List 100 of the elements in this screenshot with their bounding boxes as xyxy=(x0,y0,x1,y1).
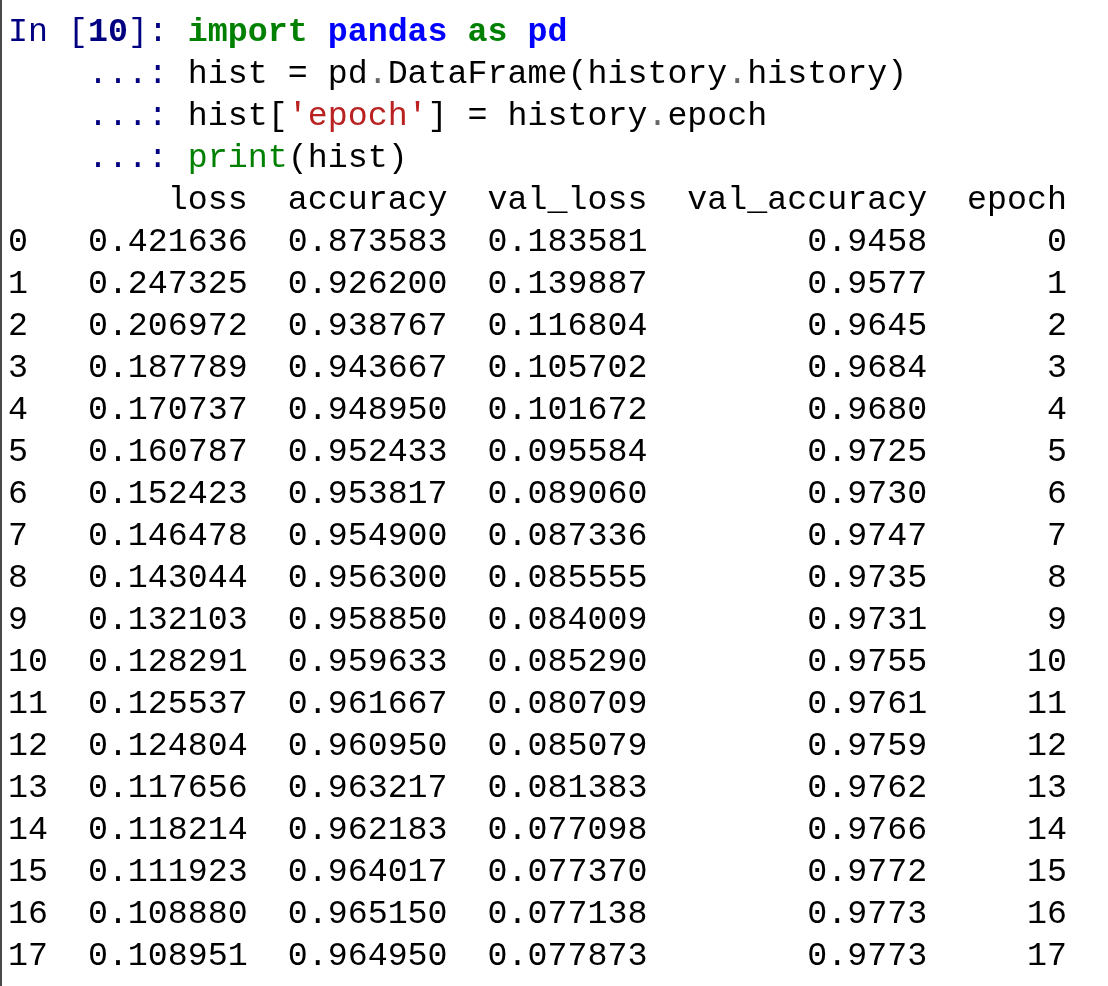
table-cell-text: 0.095584 xyxy=(486,432,648,473)
table-cell-text: 0.084009 xyxy=(486,600,648,641)
row-index: 1 xyxy=(8,264,29,305)
table-cell-text: 0.128291 xyxy=(86,642,248,683)
table-cell-text: 0.964017 xyxy=(286,852,448,893)
table-cell-text: 0.965150 xyxy=(286,894,448,935)
table-cell-text: 0.118214 xyxy=(86,810,248,851)
table-cell-text: 0.9458 xyxy=(806,222,928,263)
table-cell-text: 7 xyxy=(1046,516,1067,557)
table-cell-text: 0.187789 xyxy=(86,348,248,389)
table-cell-text: 0.087336 xyxy=(486,516,648,557)
table-cell-text: 0.9772 xyxy=(806,852,928,893)
table-cell-text: 0.9762 xyxy=(806,768,928,809)
table-cell-text: 15 xyxy=(1026,852,1067,893)
table-cell-text: 0.938767 xyxy=(286,306,448,347)
table-cell-text: 1 xyxy=(1046,264,1067,305)
row-index: 13 xyxy=(8,768,48,809)
code-line: hist = pd.DataFrame(history.history) xyxy=(187,54,908,95)
column-header: loss xyxy=(166,180,248,221)
column-header: epoch xyxy=(966,180,1067,221)
row-index: 9 xyxy=(8,600,29,641)
table-cell-text: 0.9747 xyxy=(806,516,928,557)
table-cell-text: 6 xyxy=(1046,474,1067,515)
table-cell-text: 0.9766 xyxy=(806,810,928,851)
table-cell-text: 0.873583 xyxy=(286,222,448,263)
code-line: print(hist) xyxy=(187,138,408,179)
table-cell-text: 0.146478 xyxy=(86,516,248,557)
table-cell-text: 13 xyxy=(1026,768,1067,809)
row-index: 14 xyxy=(8,810,48,851)
table-cell-text: 0.948950 xyxy=(286,390,448,431)
input-prompt: ...: xyxy=(86,54,168,95)
table-cell-text: 0.9725 xyxy=(806,432,928,473)
table-cell-text: 0.101672 xyxy=(486,390,648,431)
table-cell-text: 14 xyxy=(1026,810,1067,851)
table-cell-text: 0.152423 xyxy=(86,474,248,515)
row-index: 0 xyxy=(8,222,29,263)
table-cell-text: 0.108951 xyxy=(86,936,248,977)
table-cell-text: 5 xyxy=(1046,432,1067,473)
table-cell-text: 0.9735 xyxy=(806,558,928,599)
table-cell-text: 0.9684 xyxy=(806,348,928,389)
column-header: val_loss xyxy=(486,180,648,221)
column-header: val_accuracy xyxy=(686,180,928,221)
row-index: 17 xyxy=(8,936,48,977)
input-prompt: ...: xyxy=(86,96,168,137)
table-cell-text: 0.132103 xyxy=(86,600,248,641)
code-line: import pandas as pd xyxy=(187,12,568,53)
table-cell-text: 10 xyxy=(1026,642,1067,683)
table-cell-text: 0.960950 xyxy=(286,726,448,767)
table-cell-text: 0.085555 xyxy=(486,558,648,599)
table-cell-text: 0.963217 xyxy=(286,768,448,809)
row-index: 2 xyxy=(8,306,29,347)
table-cell-text: 9 xyxy=(1046,600,1067,641)
table-cell-text: 0.085079 xyxy=(486,726,648,767)
code-line: hist['epoch'] = history.epoch xyxy=(187,96,768,137)
table-cell-text: 0.077098 xyxy=(486,810,648,851)
table-cell-text: 0 xyxy=(1046,222,1067,263)
table-cell-text: 0.124804 xyxy=(86,726,248,767)
table-cell-text: 0.089060 xyxy=(486,474,648,515)
row-index: 15 xyxy=(8,852,48,893)
table-cell-text: 0.116804 xyxy=(486,306,648,347)
table-cell-text: 0.105702 xyxy=(486,348,648,389)
table-cell-text: 0.959633 xyxy=(286,642,448,683)
table-cell-text: 0.958850 xyxy=(286,600,448,641)
table-cell-text: 0.952433 xyxy=(286,432,448,473)
table-cell-text: 0.077370 xyxy=(486,852,648,893)
row-index: 11 xyxy=(8,684,48,725)
table-cell-text: 11 xyxy=(1026,684,1067,725)
table-cell-text: 0.953817 xyxy=(286,474,448,515)
table-cell-text: 0.139887 xyxy=(486,264,648,305)
table-cell-text: 0.954900 xyxy=(286,516,448,557)
table-cell-text: 0.143044 xyxy=(86,558,248,599)
table-cell-text: 3 xyxy=(1046,348,1067,389)
table-cell-text: 0.926200 xyxy=(286,264,448,305)
table-cell-text: 0.421636 xyxy=(86,222,248,263)
table-cell-text: 0.9761 xyxy=(806,684,928,725)
row-index: 8 xyxy=(8,558,29,599)
table-cell-text: 8 xyxy=(1046,558,1067,599)
row-index: 12 xyxy=(8,726,48,767)
table-cell-text: 0.9680 xyxy=(806,390,928,431)
table-cell-text: 17 xyxy=(1026,936,1067,977)
table-cell-text: 0.9731 xyxy=(806,600,928,641)
table-cell-text: 0.9773 xyxy=(806,936,928,977)
table-cell-text: 0.125537 xyxy=(86,684,248,725)
table-cell-text: 0.183581 xyxy=(486,222,648,263)
table-cell-text: 0.111923 xyxy=(86,852,248,893)
table-cell-text: 0.9755 xyxy=(806,642,928,683)
table-cell-text: 0.964950 xyxy=(286,936,448,977)
table-cell-text: 0.247325 xyxy=(86,264,248,305)
row-index: 10 xyxy=(8,642,48,683)
table-cell-text: 0.117656 xyxy=(86,768,248,809)
table-cell-text: 0.108880 xyxy=(86,894,248,935)
table-cell-text: 0.943667 xyxy=(286,348,448,389)
row-index: 6 xyxy=(8,474,29,515)
table-cell-text: 0.961667 xyxy=(286,684,448,725)
table-cell-text: 0.9730 xyxy=(806,474,928,515)
row-index: 5 xyxy=(8,432,29,473)
table-cell-text: 2 xyxy=(1046,306,1067,347)
column-header: accuracy xyxy=(286,180,448,221)
row-index: 3 xyxy=(8,348,29,389)
table-cell-text: 0.077138 xyxy=(486,894,648,935)
